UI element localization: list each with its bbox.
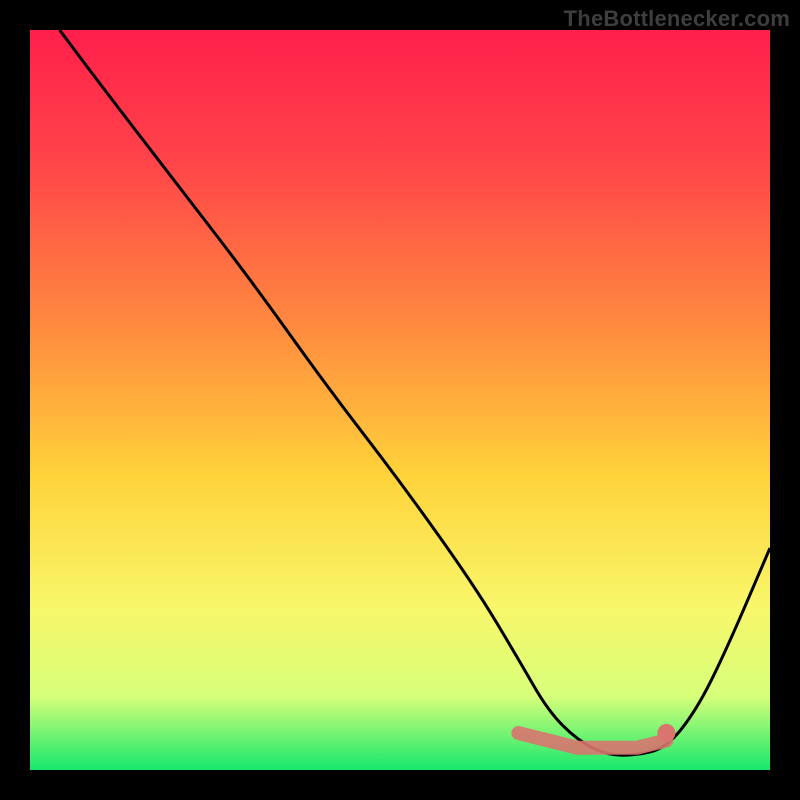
watermark-text: TheBottlenecker.com [564, 6, 790, 32]
gradient-background [30, 30, 770, 770]
bottleneck-chart [30, 30, 770, 770]
chart-frame: TheBottlenecker.com [0, 0, 800, 800]
